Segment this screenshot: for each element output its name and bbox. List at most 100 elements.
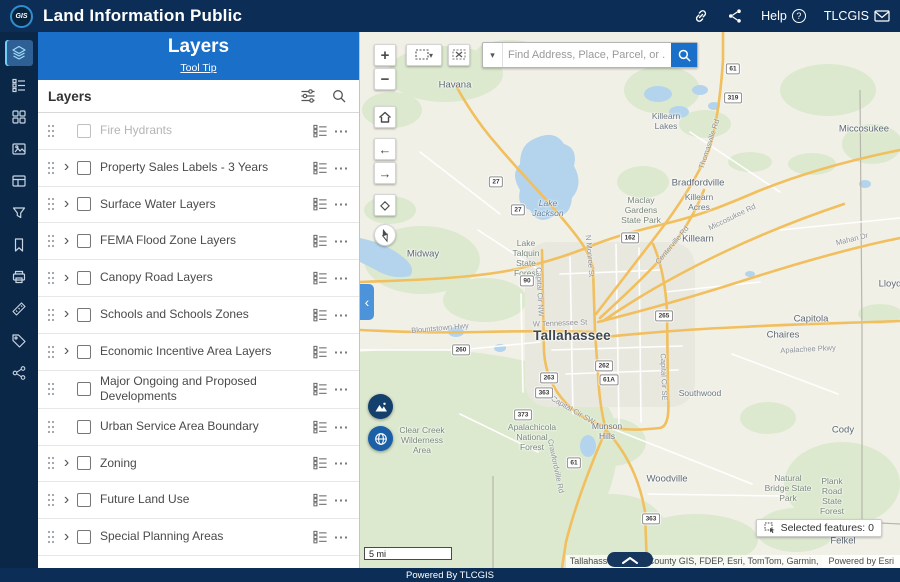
more-options-button[interactable]: ⋯	[331, 343, 351, 361]
home-extent-button[interactable]	[374, 106, 396, 128]
sidebar-item-filter[interactable]	[5, 200, 33, 226]
layer-checkbox[interactable]	[77, 308, 91, 322]
more-options-button[interactable]: ⋯	[331, 418, 351, 436]
share-link-button[interactable]	[693, 8, 709, 24]
zoom-out-button[interactable]: −	[374, 68, 396, 90]
layer-legend-icon[interactable]	[309, 493, 331, 507]
more-options-button[interactable]: ⋯	[331, 380, 351, 398]
drag-handle-icon[interactable]	[44, 270, 58, 286]
layer-checkbox[interactable]	[77, 345, 91, 359]
more-options-button[interactable]: ⋯	[331, 269, 351, 287]
search-input[interactable]	[503, 49, 671, 61]
sidebar-item-table[interactable]	[5, 168, 33, 194]
expand-chevron-icon[interactable]: ›	[58, 457, 75, 470]
layer-legend-icon[interactable]	[309, 420, 331, 434]
layer-checkbox[interactable]	[77, 530, 91, 544]
main-area: Layers Tool Tip Layers › Fire Hydrants ⋯…	[0, 32, 900, 568]
layer-checkbox[interactable]	[77, 456, 91, 470]
drag-handle-icon[interactable]	[44, 381, 58, 397]
sidebar-item-apps[interactable]	[5, 104, 33, 130]
layer-legend-icon[interactable]	[309, 271, 331, 285]
clear-selection-button[interactable]	[448, 44, 470, 66]
search-button[interactable]	[671, 43, 697, 67]
globe-icon	[374, 432, 388, 446]
previous-extent-button[interactable]: ←	[374, 138, 396, 160]
more-options-button[interactable]: ⋯	[331, 122, 351, 140]
more-options-button[interactable]: ⋯	[331, 306, 351, 324]
filter-options-icon[interactable]	[300, 88, 316, 104]
layer-checkbox[interactable]	[77, 197, 91, 211]
layer-legend-icon[interactable]	[309, 161, 331, 175]
sidebar-item-share-map[interactable]	[5, 360, 33, 386]
sidebar-item-print[interactable]	[5, 264, 33, 290]
search-source-caret[interactable]: ▾	[483, 43, 503, 67]
expand-chevron-icon[interactable]: ›	[58, 235, 75, 248]
zoom-in-button[interactable]: +	[374, 44, 396, 66]
select-tool-button[interactable]: ▾	[406, 44, 442, 66]
drag-handle-icon[interactable]	[44, 307, 58, 323]
drag-handle-icon[interactable]	[44, 233, 58, 249]
sidebar-item-basemap[interactable]	[5, 136, 33, 162]
layers-icon	[11, 45, 27, 61]
expand-chevron-icon[interactable]: ›	[58, 308, 75, 321]
drag-handle-icon[interactable]	[44, 455, 58, 471]
layer-row: › Economic Incentive Area Layers ⋯	[38, 334, 359, 371]
layers-globe-button[interactable]	[368, 426, 393, 451]
next-extent-button[interactable]: →	[374, 162, 396, 184]
drag-handle-icon[interactable]	[44, 196, 58, 212]
more-options-button[interactable]: ⋯	[331, 159, 351, 177]
tag-icon	[11, 333, 27, 349]
basemap-toggle-button[interactable]	[368, 394, 393, 419]
expand-chevron-icon[interactable]: ›	[58, 198, 75, 211]
more-options-button[interactable]: ⋯	[331, 491, 351, 509]
layer-checkbox[interactable]	[77, 493, 91, 507]
layer-checkbox[interactable]	[77, 124, 91, 138]
expand-chevron-icon[interactable]: ›	[58, 345, 75, 358]
map-canvas[interactable]	[360, 32, 900, 568]
expand-chevron-icon[interactable]: ›	[58, 494, 75, 507]
tooltip-link[interactable]: Tool Tip	[180, 62, 216, 74]
more-options-button[interactable]: ⋯	[331, 528, 351, 546]
layer-legend-icon[interactable]	[309, 124, 331, 138]
contact-button[interactable]: TLCGIS	[824, 9, 890, 23]
expand-chevron-icon[interactable]: ›	[58, 531, 75, 544]
layer-checkbox[interactable]	[77, 234, 91, 248]
layer-checkbox[interactable]	[77, 382, 91, 396]
drag-handle-icon[interactable]	[44, 492, 58, 508]
sidebar-item-layers[interactable]	[5, 40, 33, 66]
sidebar-item-legend[interactable]	[5, 72, 33, 98]
layer-legend-icon[interactable]	[309, 234, 331, 248]
panel-collapse-button[interactable]: ‹	[360, 284, 374, 320]
sidebar-item-measure[interactable]	[5, 296, 33, 322]
more-options-button[interactable]: ⋯	[331, 232, 351, 250]
expand-chevron-icon[interactable]: ›	[58, 272, 75, 285]
select-rectangle-icon	[415, 49, 429, 61]
compass-button[interactable]	[374, 224, 396, 246]
layer-legend-icon[interactable]	[309, 308, 331, 322]
layer-legend-icon[interactable]	[309, 197, 331, 211]
locate-button[interactable]: ◇	[374, 194, 396, 216]
help-button[interactable]: Help ?	[761, 9, 806, 23]
layer-label: Fire Hydrants	[100, 123, 309, 139]
drag-handle-icon[interactable]	[44, 160, 58, 176]
sidebar-item-bookmark[interactable]	[5, 232, 33, 258]
layer-legend-icon[interactable]	[309, 456, 331, 470]
layer-checkbox[interactable]	[77, 271, 91, 285]
more-options-button[interactable]: ⋯	[331, 195, 351, 213]
share-button[interactable]	[727, 8, 743, 24]
drag-handle-icon[interactable]	[44, 419, 58, 435]
layer-legend-icon[interactable]	[309, 382, 331, 396]
drag-handle-icon[interactable]	[44, 344, 58, 360]
layer-checkbox[interactable]	[77, 161, 91, 175]
drag-handle-icon[interactable]	[44, 123, 58, 139]
attribute-table-expand-button[interactable]	[607, 552, 653, 567]
layer-checkbox[interactable]	[77, 420, 91, 434]
more-options-button[interactable]: ⋯	[331, 454, 351, 472]
search-layers-icon[interactable]	[331, 88, 347, 104]
sidebar-item-tag[interactable]	[5, 328, 33, 354]
expand-chevron-icon[interactable]: ›	[58, 161, 75, 174]
drag-handle-icon[interactable]	[44, 529, 58, 545]
layer-label: Urban Service Area Boundary	[100, 419, 309, 435]
layer-legend-icon[interactable]	[309, 530, 331, 544]
layer-legend-icon[interactable]	[309, 345, 331, 359]
